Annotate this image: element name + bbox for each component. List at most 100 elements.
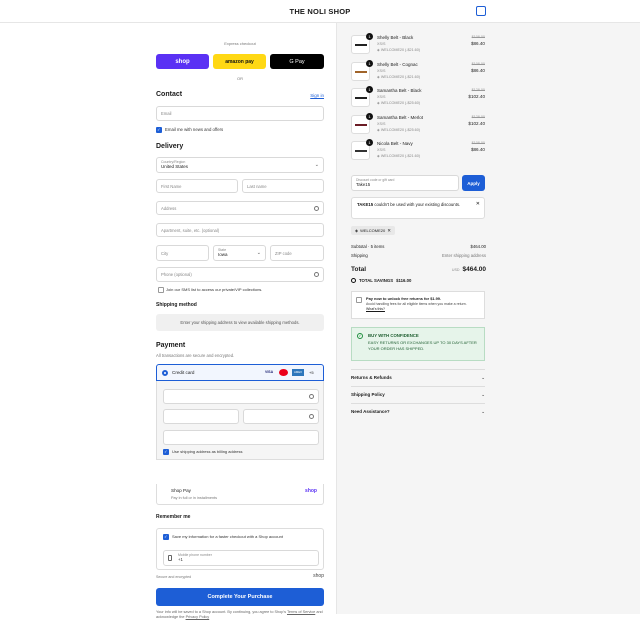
error-text: couldn't be used with your existing disc… (374, 202, 461, 207)
chevron-down-icon: ⌄ (481, 391, 485, 397)
sms-checkbox[interactable] (158, 287, 164, 293)
legal-text: Your info will be saved to a Shop accoun… (156, 610, 324, 621)
zip-field[interactable]: ZIP code (270, 245, 324, 261)
sms-label: Join our SMS list to access our private/… (166, 287, 263, 292)
privacy-link[interactable]: Privacy Policy (186, 615, 210, 619)
security-code-field[interactable] (243, 409, 319, 424)
billing-label: Use shipping address as billing address (172, 449, 243, 454)
product-old-price: $108.00 (471, 35, 485, 39)
phone-field[interactable]: Phone (optional) (156, 267, 324, 282)
returns-link[interactable]: What's this? (366, 307, 480, 313)
mobile-phone-field[interactable]: Mobile phone number +1 (163, 550, 319, 566)
country-select[interactable]: Country/Region United States ⌄ (156, 157, 324, 173)
product-name: Samantha Belt - Black (377, 88, 422, 93)
or-divider: OR (237, 76, 243, 81)
savings-icon (351, 278, 356, 283)
belt-image (355, 97, 367, 99)
quantity-badge: 1 (366, 86, 373, 93)
legal-body: Your info will be saved to a Shop accoun… (156, 610, 286, 614)
product-discount-text: WELCOME20 (-$25.60) (380, 101, 421, 105)
returns-box: Pay now to unlock free returns for $1.99… (351, 291, 485, 319)
shop-pay-button[interactable]: shop (156, 54, 209, 69)
product-item: 1 Samantha Belt - Black XS/S ◈ WELCOME20 (-… (351, 86, 485, 110)
shipping-method-note: Enter your shipping address to view avai… (156, 314, 324, 331)
first-name-field[interactable]: First Name (156, 179, 238, 193)
visa-icon: VISA (265, 370, 274, 374)
shipping-row: Shipping Enter shipping address (351, 253, 486, 258)
check-icon: ✓ (357, 333, 363, 339)
product-old-price: $108.00 (471, 61, 485, 66)
accordion-returns[interactable]: Returns & Refunds ⌄ (351, 369, 485, 385)
save-info-checkbox[interactable]: ✓ (163, 534, 169, 540)
chevron-down-icon: ⌄ (314, 162, 319, 168)
express-checkout: Express checkout (156, 41, 324, 46)
product-name: Shelly Belt - Cognac (377, 61, 418, 67)
discount-field[interactable]: Discount code or gift card Take15 (351, 175, 459, 191)
product-variant: XS/S (377, 148, 386, 152)
google-pay-button[interactable]: G Pay (270, 54, 324, 69)
subtotal-label: Subtotal · 5 items (351, 244, 385, 249)
shop-pay-logo: shop (305, 488, 317, 494)
more-cards-badge: +5 (309, 370, 314, 375)
product-old-price: $128.00 (471, 114, 485, 119)
error-code: TAKE15 (357, 202, 374, 207)
payment-heading: Payment (156, 342, 186, 349)
accordion-assistance[interactable]: Need Assistance? ⌄ (351, 403, 485, 419)
country-value: United States (161, 164, 189, 169)
product-discount: ◈ WELCOME20 (-$21.60) (377, 48, 420, 52)
help-icon[interactable] (314, 272, 319, 277)
apartment-field[interactable]: Apartment, suite, etc. (optional) (156, 223, 324, 237)
product-discount-text: WELCOME20 (-$21.60) (380, 154, 421, 158)
discount-error: TAKE15 couldn't be used with your existi… (351, 197, 485, 219)
remove-tag-icon[interactable]: ✕ (387, 228, 391, 234)
credit-card-option[interactable]: Credit card VISA MC AMEX +5 (156, 364, 324, 381)
cart-bag-icon[interactable] (476, 6, 486, 16)
remember-heading: Remember me (156, 514, 191, 520)
expiry-field[interactable] (163, 409, 239, 424)
confidence-text: EASY RETURNS OR EXCHANGES UP TO 30 DAYS … (368, 339, 477, 352)
last-name-field[interactable]: Last name (242, 179, 324, 193)
billing-checkbox[interactable]: ✓ (163, 449, 169, 455)
belt-image (355, 44, 367, 46)
savings-value: $116.00 (396, 278, 412, 283)
complete-purchase-button[interactable]: Complete Your Purchase (156, 588, 324, 606)
news-label: Email me with news and offers (165, 127, 224, 132)
header: THE NOLI SHOP (0, 0, 640, 23)
card-number-field[interactable] (163, 389, 319, 404)
product-name: Samantha Belt - Merlot (377, 114, 424, 120)
accordion-assistance-label: Need Assistance? (351, 409, 390, 414)
remember-box: ✓ Save my information for a faster check… (156, 528, 324, 570)
amazon-pay-button[interactable]: amazon pay (213, 54, 266, 69)
accordion-shipping[interactable]: Shipping Policy ⌄ (351, 386, 485, 402)
credit-card-radio[interactable] (162, 370, 168, 376)
close-icon[interactable]: ✕ (476, 201, 480, 207)
city-field[interactable]: City (156, 245, 209, 261)
state-select[interactable]: State Iowa ⌄ (213, 245, 266, 261)
news-checkbox[interactable]: ✓ (156, 127, 162, 133)
shop-pay-option[interactable]: Shop Pay Pay in full or in installments … (156, 484, 324, 505)
product-discount-text: WELCOME20 (-$21.60) (380, 74, 421, 79)
secure-label: Secure and encrypted (156, 575, 192, 579)
product-price: $86.40 (470, 67, 485, 73)
sign-in-link[interactable]: Sign in (310, 93, 324, 98)
phone-placeholder: Phone (optional) (161, 272, 192, 277)
product-variant: XS/S (377, 95, 386, 99)
phone-icon (168, 555, 172, 561)
returns-checkbox[interactable] (356, 297, 362, 303)
product-price: $102.40 (468, 94, 485, 99)
help-icon[interactable] (309, 414, 314, 419)
shop-pay-sub: Pay in full or in installments (171, 496, 218, 500)
product-item: 1 Samantha Belt - Merlot XS/S ◈ WELCOME20 (… (351, 112, 485, 137)
product-item: 1 Shelly Belt - Black XS/S ◈ WELCOME20 (-$2… (351, 33, 485, 57)
apply-button[interactable]: Apply (462, 175, 485, 191)
product-variant: XS/S (377, 68, 386, 73)
email-field[interactable]: Email (156, 106, 324, 121)
terms-link[interactable]: Terms of Service (287, 610, 315, 614)
cardholder-name-field[interactable] (163, 430, 319, 445)
total-row: Total USD $464.00 (351, 266, 486, 273)
order-summary: 1 Shelly Belt - Black XS/S ◈ WELCOME20 (-$2… (336, 23, 640, 614)
store-name[interactable]: THE NOLI SHOP (290, 7, 351, 16)
belt-image (355, 150, 367, 152)
address-field[interactable]: Address (156, 201, 324, 215)
lock-icon (309, 394, 314, 399)
